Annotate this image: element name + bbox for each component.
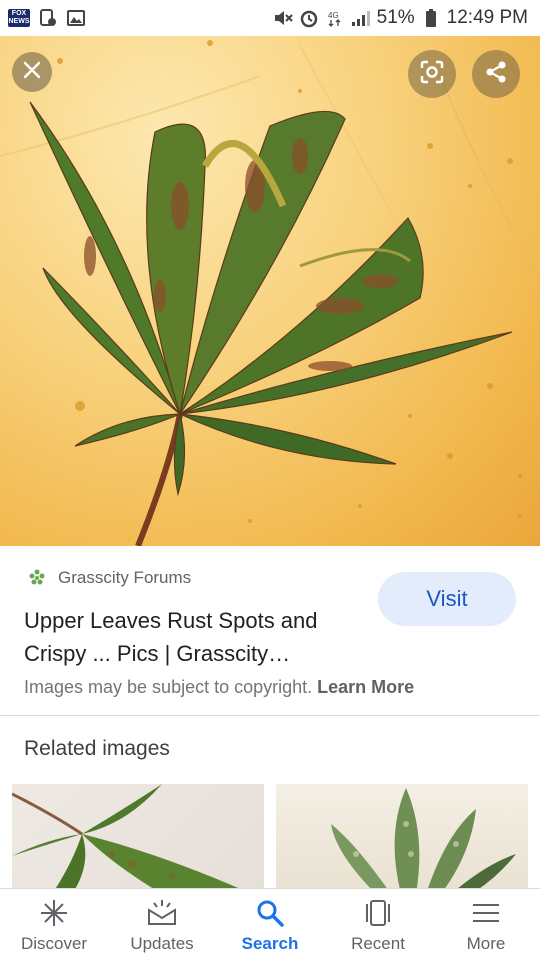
nav-search-label: Search	[241, 934, 299, 953]
cannabis-leaf-illustration	[0, 40, 540, 546]
fox-news-label-top: FOX	[11, 10, 27, 17]
related-image-thumbnail[interactable]	[12, 784, 264, 894]
source-row[interactable]: Grasscity Forums	[28, 568, 191, 588]
image-icon	[66, 9, 86, 27]
asterisk-icon	[38, 898, 70, 928]
visit-button[interactable]: Visit	[378, 572, 516, 626]
screenshot-icon	[38, 9, 58, 27]
result-image[interactable]	[0, 36, 540, 546]
alarm-icon	[299, 9, 319, 28]
search-icon	[254, 898, 286, 928]
mute-icon	[273, 9, 293, 27]
fox-news-app-icon: FOX NEWS	[8, 9, 30, 27]
close-button[interactable]	[12, 52, 52, 92]
menu-icon	[470, 898, 502, 928]
share-icon	[483, 59, 509, 90]
recent-icon	[362, 898, 394, 928]
related-image-thumbnail[interactable]	[276, 784, 528, 894]
result-title[interactable]: Upper Leaves Rust Spots and Crispy ... P…	[24, 604, 364, 670]
nav-discover[interactable]: Discover	[4, 889, 104, 960]
signal-icon	[351, 9, 371, 27]
nav-more-label: More	[466, 934, 506, 953]
lens-button[interactable]	[408, 50, 456, 98]
bottom-navigation: Discover Updates Search Recent More	[0, 888, 540, 960]
nav-recent[interactable]: Recent	[328, 889, 428, 960]
nav-recent-label: Recent	[351, 934, 405, 953]
status-bar: FOX NEWS 4G 51% 12:49 PM	[0, 0, 540, 36]
nav-more[interactable]: More	[436, 889, 536, 960]
fox-news-label-bottom: NEWS	[8, 18, 30, 25]
updates-icon	[146, 898, 178, 928]
share-button[interactable]	[472, 50, 520, 98]
nav-updates[interactable]: Updates	[112, 889, 212, 960]
close-icon	[22, 60, 42, 85]
copyright-notice: Images may be subject to copyright. Lear…	[24, 677, 414, 698]
battery-percent: 51%	[376, 7, 415, 28]
result-info-panel: Grasscity Forums Upper Leaves Rust Spots…	[0, 546, 540, 716]
data-4g-icon: 4G	[325, 9, 345, 27]
svg-text:4G: 4G	[328, 11, 339, 20]
battery-icon	[421, 9, 441, 27]
grasscity-favicon-icon	[28, 569, 46, 587]
lens-icon	[419, 59, 445, 90]
nav-updates-label: Updates	[130, 934, 194, 953]
learn-more-link[interactable]: Learn More	[317, 677, 414, 697]
nav-search[interactable]: Search	[220, 889, 320, 960]
nav-discover-label: Discover	[20, 934, 88, 953]
source-name: Grasscity Forums	[58, 568, 192, 587]
copyright-text: Images may be subject to copyright.	[24, 677, 313, 697]
related-images-heading: Related images	[24, 737, 170, 760]
clock-time: 12:49 PM	[446, 7, 528, 28]
